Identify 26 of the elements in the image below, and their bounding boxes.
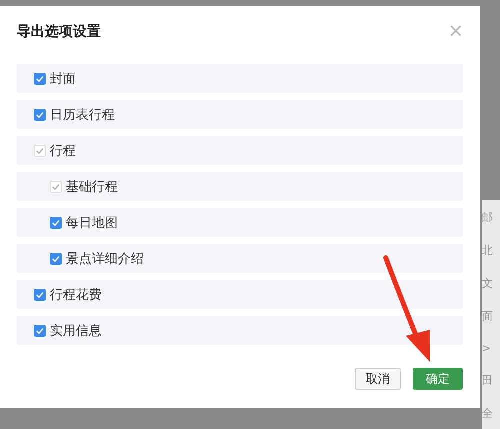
background-text: 文 (482, 276, 494, 291)
background-text: 北 (482, 243, 494, 258)
option-row[interactable]: 封面 (17, 64, 463, 93)
option-label: 行程 (50, 142, 76, 160)
option-label: 每日地图 (66, 214, 118, 232)
background-text: 田 (482, 373, 494, 388)
background-text: 面 (482, 309, 494, 324)
option-label: 基础行程 (66, 178, 118, 196)
option-label: 行程花费 (50, 286, 102, 304)
background-text: > (482, 342, 492, 355)
dialog-title: 导出选项设置 (17, 23, 101, 41)
cancel-button[interactable]: 取消 (355, 368, 401, 390)
option-label: 实用信息 (50, 322, 102, 340)
checkbox[interactable] (34, 324, 46, 336)
option-row[interactable]: 日历表行程 (17, 100, 463, 129)
confirm-button[interactable]: 确定 (413, 368, 463, 390)
background-text: 全 (482, 406, 494, 421)
option-label: 封面 (50, 70, 76, 88)
background-text: 邮 (482, 210, 494, 225)
checkbox[interactable] (34, 288, 46, 300)
checkbox[interactable] (34, 72, 46, 84)
option-label: 日历表行程 (50, 106, 115, 124)
checkbox[interactable] (34, 108, 46, 120)
option-row[interactable]: 行程花费 (17, 280, 463, 309)
option-label: 景点详细介绍 (66, 250, 144, 268)
option-row[interactable]: 实用信息 (17, 316, 463, 345)
